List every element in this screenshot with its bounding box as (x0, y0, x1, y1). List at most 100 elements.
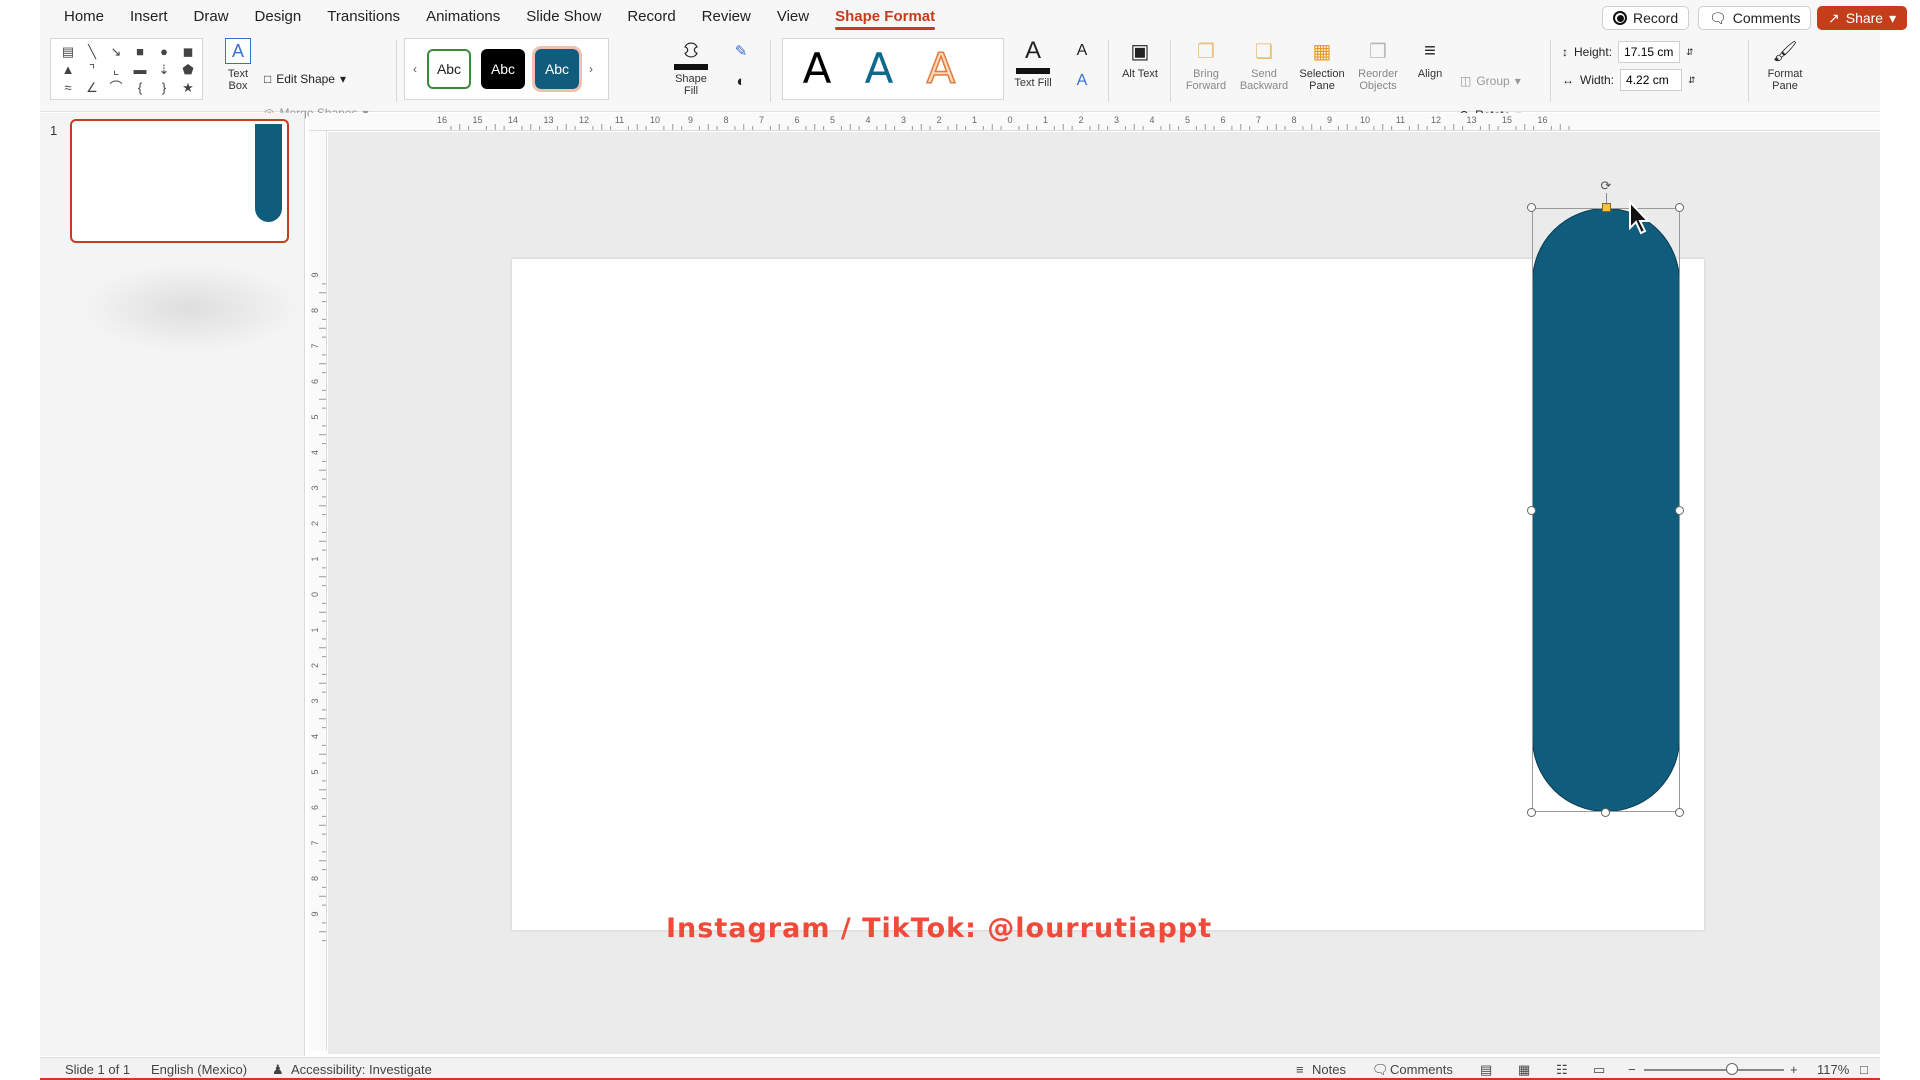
gallery-left-arrow-icon[interactable]: ‹ (413, 62, 417, 76)
height-input[interactable] (1618, 41, 1681, 63)
zoom-out-icon[interactable]: − (1628, 1062, 1636, 1077)
slide-thumbnail[interactable] (70, 119, 289, 243)
tab-home[interactable]: Home (52, 4, 118, 30)
resize-handle-bottom-left[interactable] (1527, 808, 1536, 817)
rotation-handle-icon[interactable]: ⟳ (1598, 178, 1614, 194)
slide-sorter-icon[interactable]: ▦ (1518, 1062, 1530, 1078)
connector-shape-icon[interactable]: ⌝ (81, 61, 103, 79)
resize-handle-middle-left[interactable] (1527, 506, 1536, 515)
ruler-tick-label: 5 (830, 115, 835, 125)
wordart-styles-gallery[interactable]: A A A (782, 38, 1004, 100)
tab-draw[interactable]: Draw (182, 4, 243, 30)
send-backward-button[interactable]: ❏ Send Backward (1236, 38, 1292, 104)
wordart-style-orange-outline[interactable]: A (921, 43, 961, 94)
tab-transitions[interactable]: Transitions (315, 4, 414, 30)
height-stepper-icon[interactable]: ⇵ (1686, 47, 1694, 58)
triangle-shape-icon[interactable]: ▲ (57, 61, 79, 79)
format-pane-button[interactable]: 🖌 Format Pane (1760, 38, 1810, 104)
resize-handle-top-right[interactable] (1675, 203, 1684, 212)
tab-design[interactable]: Design (243, 4, 316, 30)
zoom-level[interactable]: 117% (1817, 1062, 1849, 1077)
zoom-in-icon[interactable]: + (1790, 1062, 1798, 1077)
align-button[interactable]: ≡ Align (1408, 38, 1452, 104)
width-stepper-icon[interactable]: ⇵ (1688, 75, 1696, 86)
tab-record[interactable]: Record (615, 4, 689, 30)
dash-shape-icon[interactable]: ▬ (129, 61, 151, 79)
shape-style-black[interactable]: Abc (481, 49, 525, 89)
reading-view-icon[interactable]: ☷ (1556, 1062, 1568, 1078)
ruler-tick-label: 4 (310, 734, 320, 739)
share-button[interactable]: ↗ Share ▾ (1817, 6, 1908, 30)
shape-style-outline-green[interactable]: Abc (427, 49, 471, 89)
arrow-line-shape-icon[interactable]: ↘ (105, 43, 127, 61)
text-box-button[interactable]: A Text Box (218, 38, 258, 104)
record-button[interactable]: Record (1602, 6, 1690, 30)
width-input[interactable] (1620, 69, 1683, 91)
comments-button[interactable]: 🗨 Comments (1698, 6, 1812, 30)
zoom-slider-thumb[interactable] (1726, 1063, 1738, 1075)
elbow-connector-shape-icon[interactable]: ⌞ (105, 61, 127, 79)
ruler-tick-label: 5 (1185, 115, 1190, 125)
star-shape-icon[interactable]: ★ (177, 79, 199, 97)
wordart-style-teal[interactable]: A (859, 44, 899, 94)
tab-shape-format[interactable]: Shape Format (823, 4, 949, 30)
wordart-style-black[interactable]: A (797, 44, 837, 94)
text-fill-label: Text Fill (1014, 77, 1052, 89)
notes-button[interactable]: Notes (1312, 1062, 1346, 1077)
text-box-shape-icon[interactable]: ▤ (57, 43, 79, 61)
gallery-right-arrow-icon[interactable]: › (589, 62, 593, 76)
accessibility-status[interactable]: Accessibility: Investigate (291, 1062, 432, 1077)
arc-shape-icon[interactable]: ⌒ (105, 79, 127, 97)
normal-view-icon[interactable]: ▤ (1480, 1062, 1492, 1078)
text-effects-icon[interactable]: A (1067, 68, 1097, 94)
ruler-tick-label: 16 (1537, 115, 1547, 125)
text-box-icon: A (225, 38, 251, 64)
down-arrow-shape-icon[interactable]: ⇣ (153, 61, 175, 79)
pentagon-shape-icon[interactable]: ⬟ (177, 61, 199, 79)
slide[interactable] (512, 259, 1704, 930)
resize-handle-bottom-center[interactable] (1601, 808, 1610, 817)
text-fill-button[interactable]: A Text Fill (1010, 37, 1056, 104)
selection-pane-button[interactable]: ▦ Selection Pane (1294, 38, 1350, 104)
line-shape-icon[interactable]: ╲ (81, 43, 103, 61)
shape-effects-icon[interactable]: ◐ (726, 68, 756, 94)
comments-status-button[interactable]: Comments (1390, 1062, 1453, 1077)
resize-handle-middle-right[interactable] (1675, 506, 1684, 515)
alt-text-button[interactable]: ▣ Alt Text (1118, 38, 1162, 104)
comment-icon: 🗨 (1372, 1062, 1389, 1077)
tab-slide-show[interactable]: Slide Show (514, 4, 615, 30)
fit-to-window-icon[interactable]: □ (1860, 1062, 1868, 1077)
resize-handle-top-left[interactable] (1527, 203, 1536, 212)
right-brace-shape-icon[interactable]: } (153, 79, 175, 97)
slideshow-view-icon[interactable]: ▭ (1593, 1062, 1605, 1078)
insert-shapes-gallery[interactable]: ▤ ╲ ↘ ■ ● ◼ ▲ ⌝ ⌞ ▬ ⇣ ⬟ ≈ ∠ ⌒ { } ★ (50, 38, 203, 100)
freeform-shape-icon[interactable]: ≈ (57, 79, 79, 97)
tab-insert[interactable]: Insert (118, 4, 182, 30)
selected-pill-shape[interactable] (1532, 208, 1680, 812)
text-outline-icon[interactable]: A (1067, 38, 1097, 64)
shape-style-teal-selected[interactable]: Abc (532, 46, 582, 92)
rectangle-shape-icon[interactable]: ■ (129, 43, 151, 61)
oval-shape-icon[interactable]: ● (153, 43, 175, 61)
resize-handle-bottom-right[interactable] (1675, 808, 1684, 817)
language-status[interactable]: English (Mexico) (151, 1062, 247, 1077)
tab-animations[interactable]: Animations (414, 4, 514, 30)
ribbon-divider (396, 40, 397, 102)
rounded-rectangle-shape-icon[interactable]: ◼ (177, 43, 199, 61)
reorder-objects-button[interactable]: ❒ Reorder Objects (1350, 38, 1406, 104)
left-brace-shape-icon[interactable]: { (129, 79, 151, 97)
ruler-tick-label: 4 (865, 115, 870, 125)
zoom-slider-track[interactable] (1644, 1069, 1784, 1071)
ruler-tick-label: 11 (1396, 115, 1405, 125)
tab-view[interactable]: View (765, 4, 823, 30)
ruler-tick-label: 8 (310, 308, 320, 313)
ruler-tick-label: 8 (723, 115, 728, 125)
shape-fill-button[interactable]: ⛻ Shape Fill (668, 38, 714, 104)
selection-pane-label: Selection Pane (1299, 68, 1345, 92)
bring-forward-button[interactable]: ❐ Bring Forward (1178, 38, 1234, 104)
tab-review[interactable]: Review (690, 4, 765, 30)
curve-shape-icon[interactable]: ∠ (81, 79, 103, 97)
shape-styles-gallery[interactable]: ‹ Abc Abc Abc › (404, 38, 609, 100)
shape-outline-pen-icon[interactable]: ✎ (726, 38, 756, 64)
ruler-tick-label: 2 (310, 663, 320, 668)
